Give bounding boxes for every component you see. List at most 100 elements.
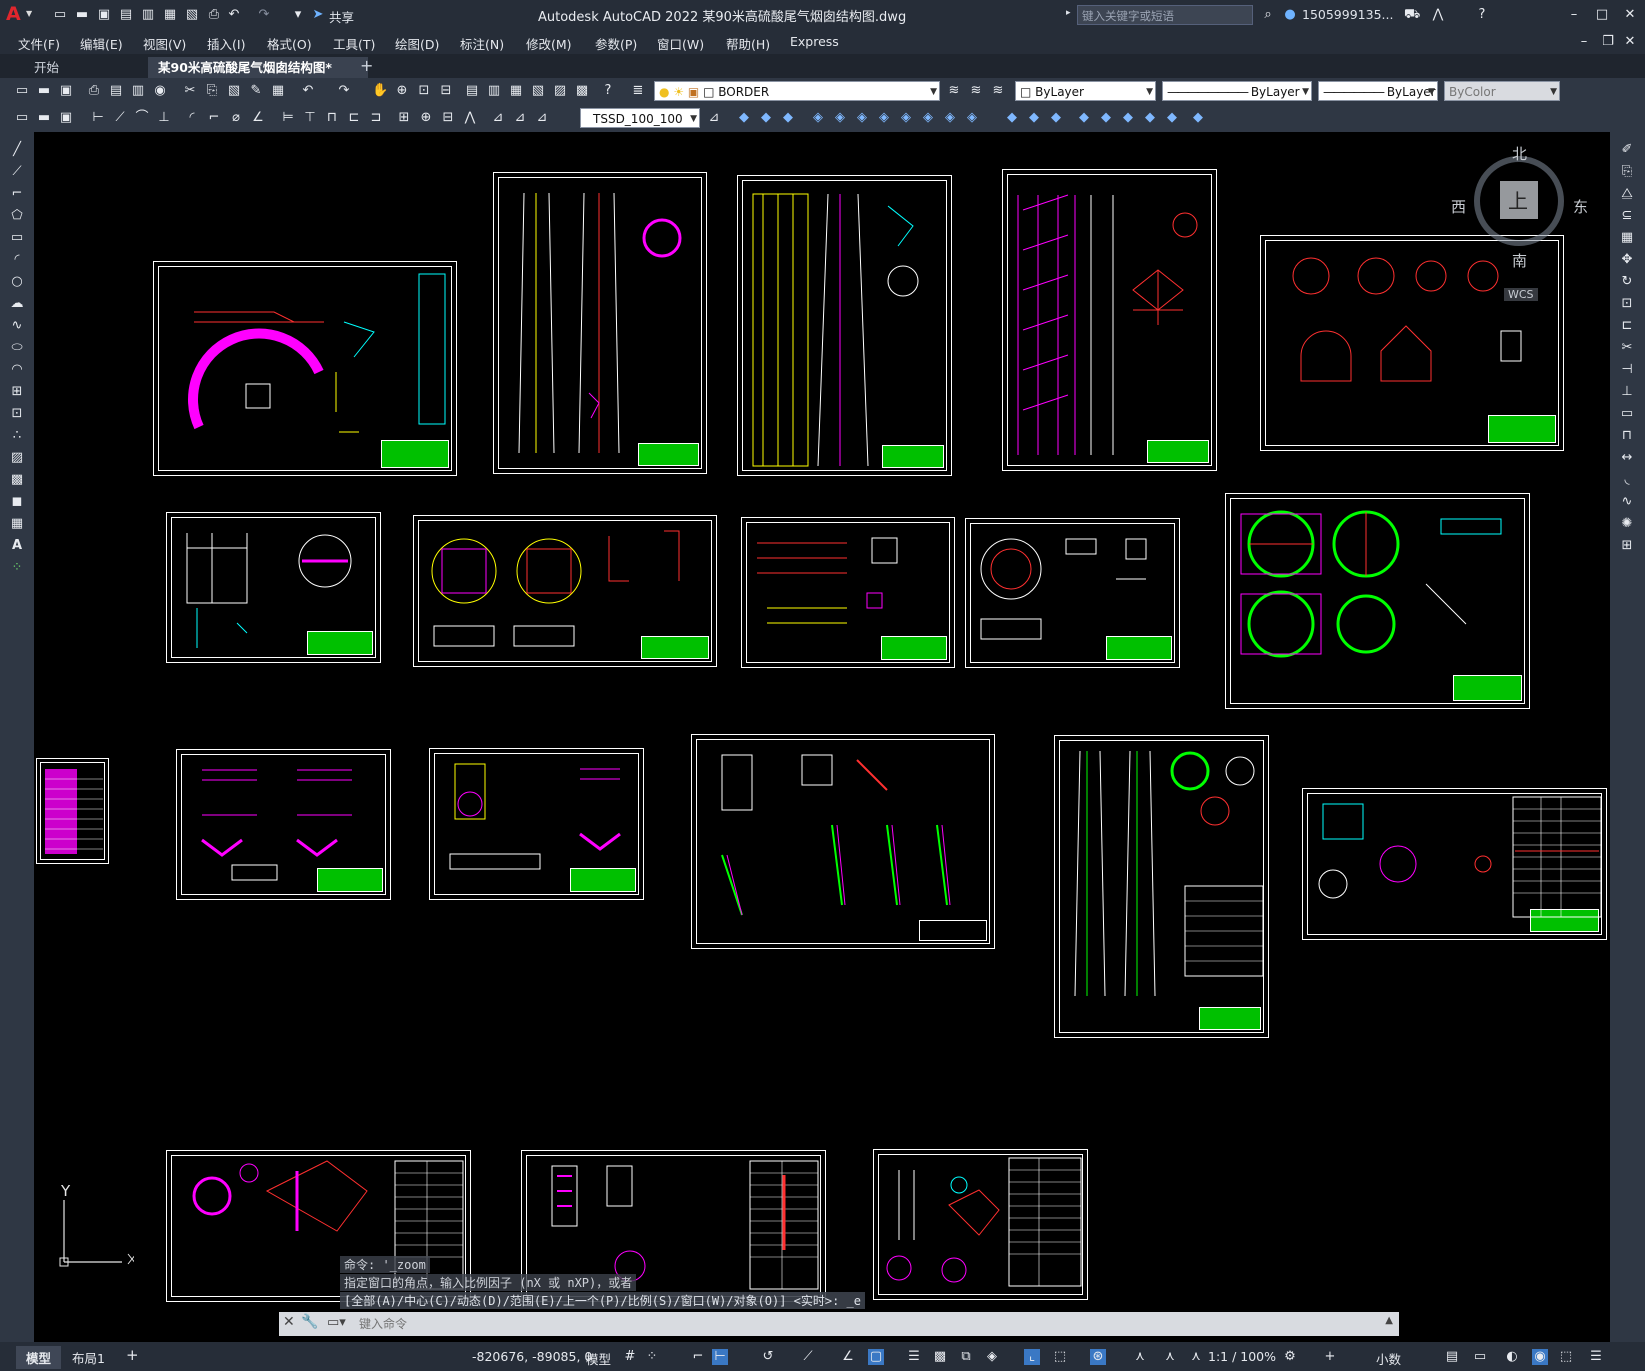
compass-west[interactable]: 西 [1451,196,1466,217]
close-command-icon[interactable]: ✕ [283,1314,295,1330]
menu-insert[interactable]: 插入(I) [207,34,245,53]
drawing-sheet[interactable] [1002,169,1217,471]
menu-express[interactable]: Express [790,34,839,49]
annotation-scale-icon[interactable]: ⋏ [1188,1349,1204,1365]
coordinates-readout[interactable]: -820676, -89085, 0 [472,1349,592,1364]
drawing-sheet[interactable] [36,758,109,864]
solid-12-icon[interactable]: ◆ [1004,110,1020,126]
drawing-sheet[interactable] [153,261,457,476]
zoom-realtime-icon[interactable]: ⊕ [394,83,410,99]
edit-polyline-icon[interactable]: ⊞ [1619,538,1635,554]
drawing-sheet[interactable] [176,749,391,900]
preview-icon[interactable]: ▤ [108,83,124,99]
add-selected-icon[interactable]: ⁘ [9,560,25,576]
trim-icon[interactable]: ✂ [1619,340,1635,356]
annotation-autoscale-icon[interactable]: ⋏ [1162,1349,1178,1365]
lineweight-icon[interactable]: ☰ [906,1349,922,1365]
cut-icon[interactable]: ✂ [182,83,198,99]
menu-edit[interactable]: 编辑(E) [80,34,123,53]
save-icon[interactable]: ▣ [58,83,74,99]
solid-18-icon[interactable]: ◆ [1142,110,1158,126]
solid-1-icon[interactable]: ◆ [736,110,752,126]
make-block-icon[interactable]: ⊡ [9,406,25,422]
region-icon[interactable]: ◼ [9,494,25,510]
annotation-visibility-icon[interactable]: ⋏ [1132,1349,1148,1365]
dim-continue-icon[interactable]: ⊓ [324,110,340,126]
dynamic-ucs-icon[interactable]: ⌞ [1024,1349,1040,1365]
compass-north[interactable]: 北 [1512,143,1527,164]
command-expand-icon[interactable]: ▲ [1385,1315,1393,1326]
matchprop-icon[interactable]: ✎ [248,83,264,99]
stretch-icon[interactable]: ⊏ [1619,318,1635,334]
autocad-logo[interactable]: A [6,3,21,25]
solid-16-icon[interactable]: ◆ [1098,110,1114,126]
pan-icon[interactable]: ✋ [372,83,388,99]
open-icon[interactable]: ▬ [74,7,90,23]
solid-11-icon[interactable]: ◈ [964,110,980,126]
drawing-sheet[interactable] [413,515,717,667]
array-icon[interactable]: ▦ [1619,230,1635,246]
open-web-icon[interactable]: ▥ [140,7,156,23]
user-icon[interactable]: ● [1282,7,1298,23]
lock-ui-icon[interactable]: ▭ [1472,1349,1488,1365]
revcloud-icon[interactable]: ☁ [9,296,25,312]
dim-space-icon[interactable]: ⊏ [346,110,362,126]
search-icon[interactable]: ⌕ [1260,7,1276,23]
zoom-previous-icon[interactable]: ⊟ [438,83,454,99]
drawing-sheet[interactable] [965,518,1180,668]
tolerance-icon[interactable]: ⊞ [396,110,412,126]
print-icon[interactable]: ⎙ [206,7,222,23]
annotation-monitor-icon[interactable]: + [1322,1349,1338,1365]
customize-command-icon[interactable]: 🔧 [301,1314,318,1330]
save-web-icon[interactable]: ▦ [162,7,178,23]
solid-14-icon[interactable]: ◆ [1048,110,1064,126]
gradient-icon[interactable]: ▩ [9,472,25,488]
extend-icon[interactable]: ⊣ [1619,362,1635,378]
solid-7-icon[interactable]: ◈ [876,110,892,126]
ellipse-arc-icon[interactable]: ◠ [9,362,25,378]
circle-icon[interactable]: ○ [9,274,25,290]
polyline-icon[interactable]: ⌐ [9,186,25,202]
copy-icon[interactable]: ⎘ [204,83,220,99]
markup-icon[interactable]: ▨ [552,83,568,99]
share-icon[interactable]: ➤ [310,7,326,23]
drawing-sheet[interactable] [1054,735,1269,1038]
menu-parametric[interactable]: 参数(P) [595,34,637,53]
qnew-icon[interactable]: ▭ [14,83,30,99]
center-mark-icon[interactable]: ⊕ [418,110,434,126]
plot-icon[interactable]: ⎙ [86,83,102,99]
dim-update-icon[interactable]: ⊿ [534,110,550,126]
make-current-icon[interactable]: ≋ [946,83,962,99]
3d-osnap-icon[interactable]: ◈ [984,1349,1000,1365]
help-icon[interactable]: ? [1474,7,1490,23]
dynamic-input-icon[interactable]: ⊢ [712,1349,728,1365]
tab-start[interactable]: 开始 [24,57,69,78]
save-icon[interactable]: ▣ [96,7,112,23]
customize-chevron-icon[interactable]: ▾ [290,7,306,23]
drawing-canvas[interactable]: 上 北 南 东 西 WCS Y X 命令: '_zoom 指定窗口的角点，输入比… [34,132,1610,1342]
selection-filter-icon[interactable]: ⬚ [1052,1349,1068,1365]
menu-dimension[interactable]: 标注(N) [460,34,504,53]
polar-tracking-icon[interactable]: ↺ [760,1349,776,1365]
solid-8-icon[interactable]: ◈ [898,110,914,126]
menu-draw[interactable]: 绘图(D) [395,34,439,53]
break-point-icon[interactable]: ⊥ [1619,384,1635,400]
units-value[interactable]: 小数 [1376,1349,1401,1368]
dim-diameter-icon[interactable]: ⌀ [228,110,244,126]
solid-6-icon[interactable]: ◈ [854,110,870,126]
isolate-objects-icon[interactable]: ◐ [1504,1349,1520,1365]
erase-icon[interactable]: ✐ [1619,142,1635,158]
new-icon[interactable]: ▭ [52,7,68,23]
layer-previous-icon[interactable]: ≋ [968,83,984,99]
open-icon[interactable]: ▬ [36,83,52,99]
doc-minimize-icon[interactable]: – [1576,34,1592,50]
clean-screen-icon[interactable]: ⬚ [1558,1349,1574,1365]
app-menu-chevron-icon[interactable]: ▼ [26,9,32,18]
dim-aligned-icon[interactable]: ⟋ [112,110,128,126]
solid-5-icon[interactable]: ◈ [832,110,848,126]
blend-icon[interactable]: ∿ [1619,494,1635,510]
dim-ordinate-icon[interactable]: ⊥ [156,110,172,126]
tool-1-icon[interactable]: ▭ [14,110,30,126]
layer-combo[interactable]: ● ☀ ▣ □ BORDER ▼ [654,81,940,101]
drawing-sheet[interactable] [429,748,644,900]
